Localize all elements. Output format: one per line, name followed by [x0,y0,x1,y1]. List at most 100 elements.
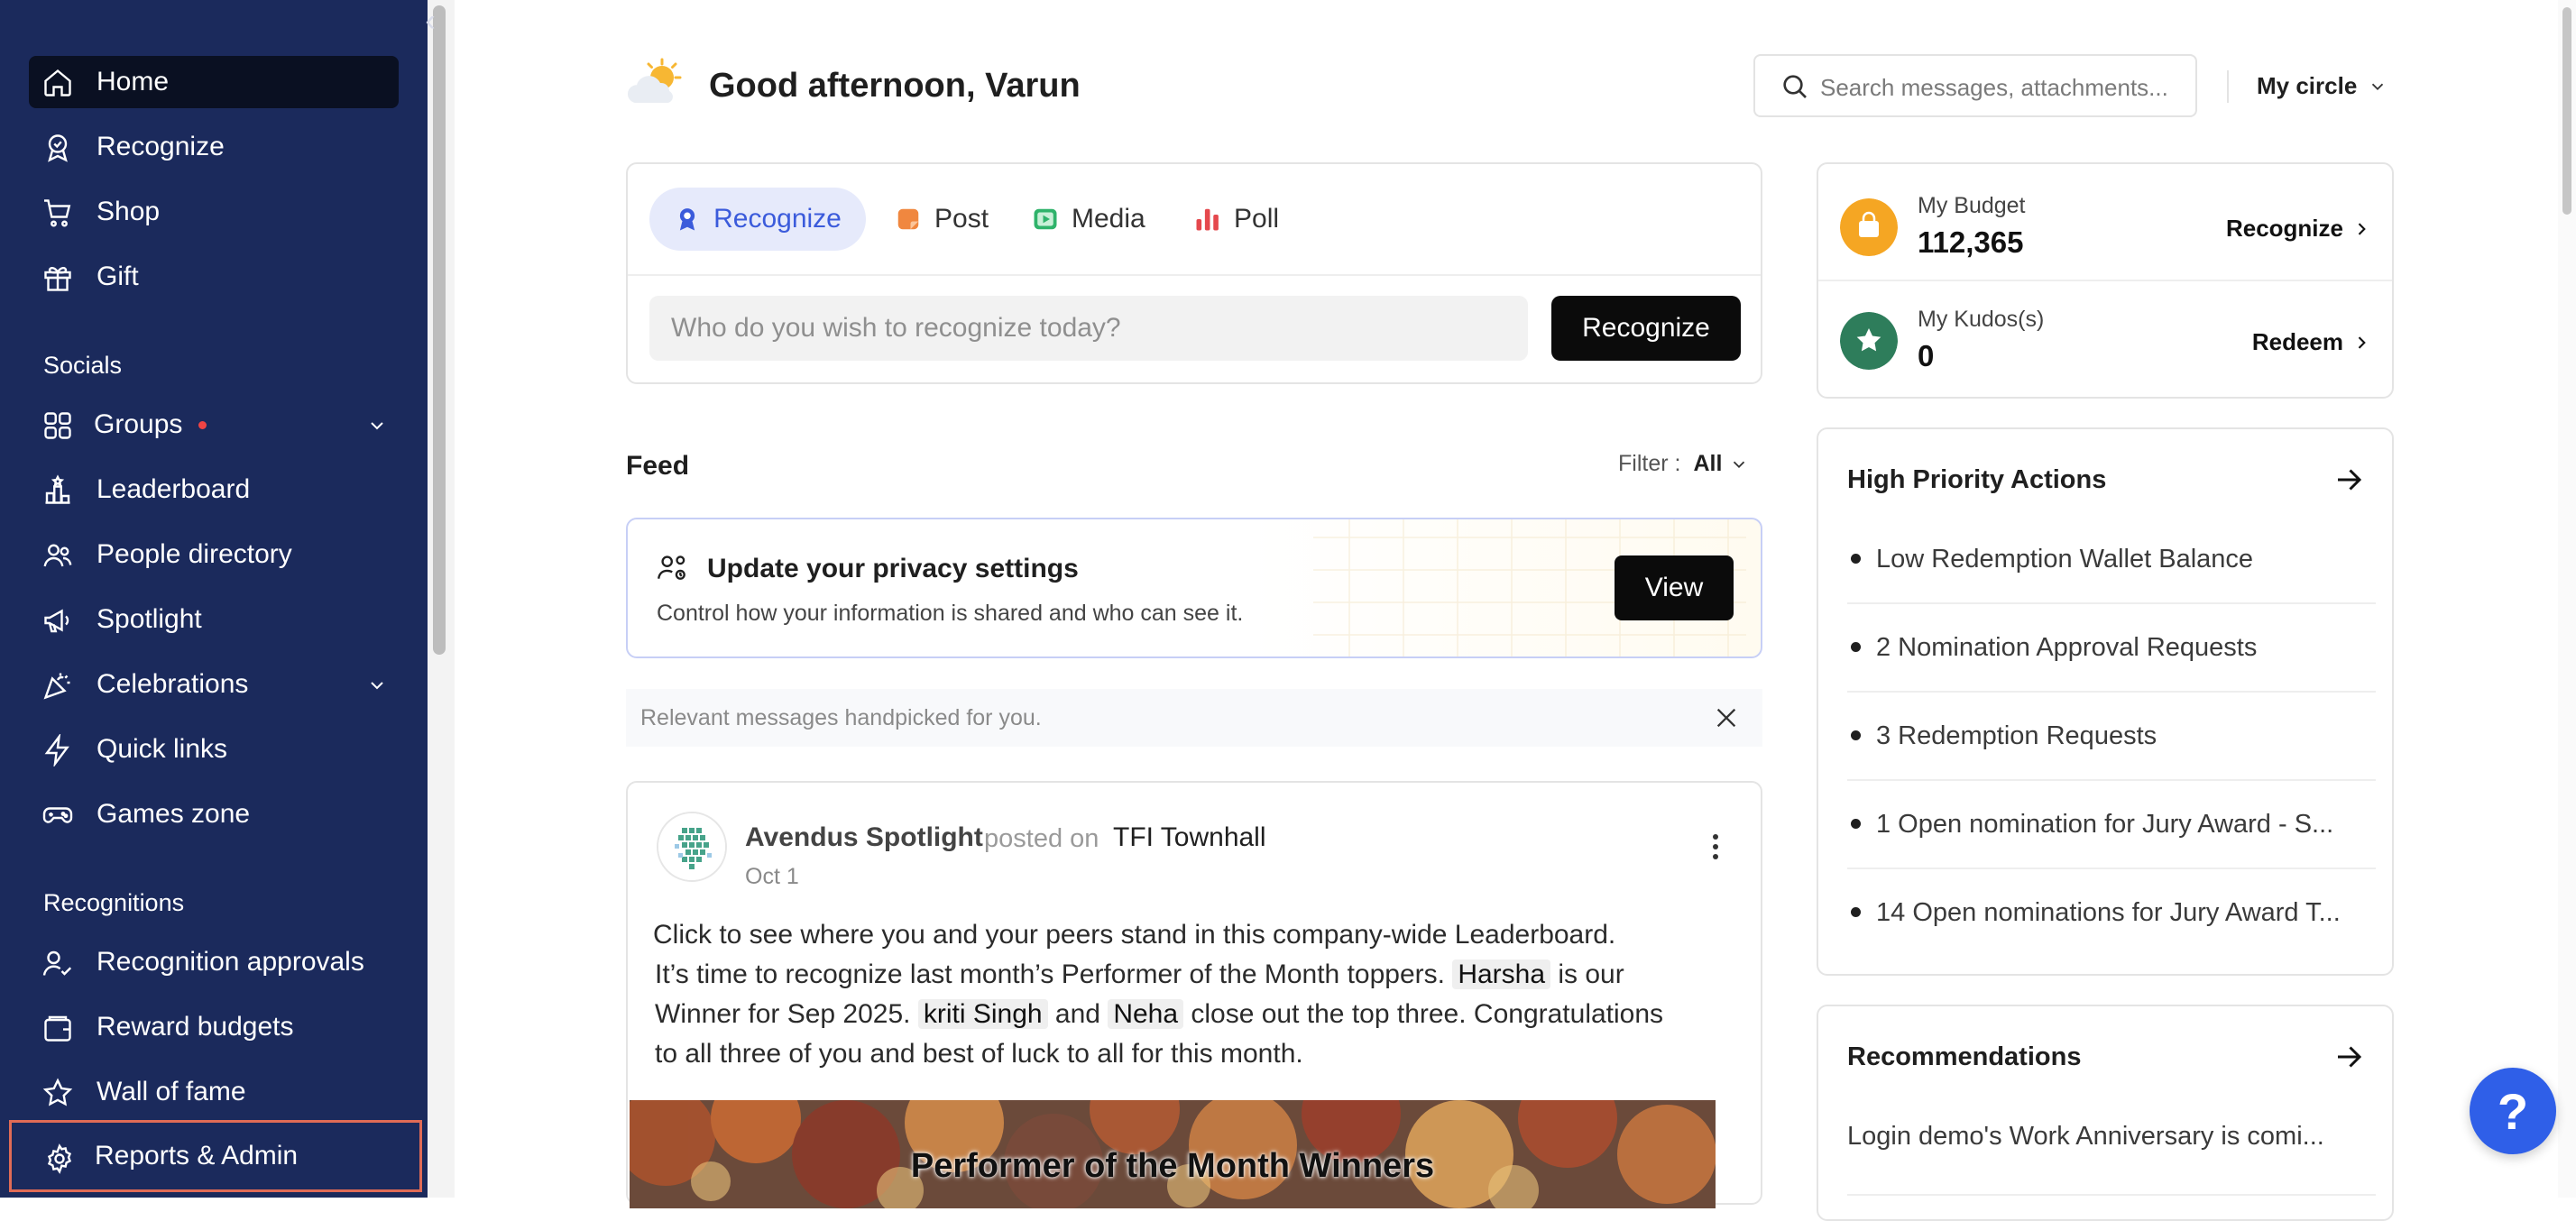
sidebar-item-label: Quick links [97,734,228,764]
sidebar-item-shop[interactable]: Shop [29,186,399,238]
sun-cloud-icon [627,58,682,103]
header-divider [2227,70,2229,103]
post-author[interactable]: Avendus Spotlight [745,822,983,853]
sidebar-item-wall-of-fame[interactable]: Wall of fame [29,1066,399,1118]
recommendation-item[interactable]: Login demo's Work Anniversary is comi... [1847,1122,2367,1152]
filter-label: Filter : [1618,451,1681,476]
budget-recognize-link[interactable]: Recognize [2226,215,2370,243]
search-input[interactable] [1818,69,2183,106]
sidebar-item-label: Shop [97,197,161,226]
sidebar-item-label: Reward budgets [97,1012,294,1042]
my-kudos-label: My Kudos(s) [1918,307,2045,332]
chevron-down-icon[interactable] [366,675,388,696]
tab-label: Recognize [713,204,842,234]
recognize-button[interactable]: Recognize [1551,296,1741,361]
my-kudos-row: My Kudos(s) 0 Redeem [1818,281,2392,393]
list-item-text: 14 Open nominations for Jury Award T... [1876,898,2341,927]
list-item[interactable]: 2 Nomination Approval Requests [1847,606,2376,693]
more-options-icon[interactable] [1712,833,1719,860]
budget-card: My Budget 112,365 Recognize My Kudos(s) … [1817,162,2394,399]
list-item-text: Low Redemption Wallet Balance [1876,545,2254,574]
sidebar-item-label: Recognition approvals [97,947,364,977]
lightning-icon [44,734,69,767]
sidebar-item-recognition-approvals[interactable]: Recognition approvals [29,936,399,988]
mention[interactable]: Harsha [1452,959,1551,989]
list-item-text: 2 Nomination Approval Requests [1876,633,2258,662]
avatar[interactable] [657,812,727,882]
sidebar-item-people-directory[interactable]: People directory [29,528,399,581]
circle-selector[interactable]: My circle [2257,72,2387,100]
sidebar-item-groups[interactable]: Groups [29,399,399,451]
my-budget-row: My Budget 112,365 Recognize [1818,168,2392,280]
redeem-link[interactable]: Redeem [2252,328,2370,356]
post-line-2: It’s time to recognize last month’s Perf… [655,959,1624,990]
post-date: Oct 1 [745,864,799,889]
my-kudos-value: 0 [1918,339,1935,372]
collapse-sidebar-icon[interactable]: ‹ [417,5,444,36]
tab-media[interactable]: Media [1032,188,1145,251]
relevant-messages-text: Relevant messages handpicked for you. [640,705,1042,730]
tab-post[interactable]: Post [895,188,989,251]
sidebar-item-games-zone[interactable]: Games zone [29,788,399,840]
sidebar-item-spotlight[interactable]: Spotlight [29,593,399,646]
party-icon [43,673,70,700]
my-budget-value: 112,365 [1918,225,2024,259]
post-image-title: Performer of the Month Winners [910,1147,1435,1185]
ribbon-icon [48,134,68,162]
sidebar-item-label: Spotlight [97,604,202,634]
close-icon[interactable] [1714,705,1739,730]
sidebar-item-reward-budgets[interactable]: Reward budgets [29,1001,399,1053]
list-item[interactable]: Low Redemption Wallet Balance [1847,518,2376,604]
megaphone-icon [44,609,69,633]
privacy-banner-description: Control how your information is shared a… [657,601,1244,626]
sidebar-item-label: Reports & Admin [95,1141,299,1171]
view-privacy-button[interactable]: View [1615,555,1734,620]
mention[interactable]: kriti Singh [917,999,1048,1029]
page-scrollbar-thumb[interactable] [2562,7,2571,215]
post-line-3: Winner for Sep 2025. kriti Singh and Neh… [655,999,1663,1030]
sidebar-item-celebrations[interactable]: Celebrations [29,658,399,711]
wallet-icon [44,1015,71,1042]
gear-icon [47,1143,72,1174]
post-posted-on: posted on [984,824,1099,853]
list-item[interactable]: 3 Redemption Requests [1847,694,2376,781]
feed-filter[interactable]: Filter : All [1618,451,1749,477]
mention[interactable]: Neha [1108,999,1184,1029]
sidebar-item-leaderboard[interactable]: Leaderboard [29,464,399,516]
arrow-right-icon[interactable] [2332,464,2365,496]
tab-recognize[interactable]: Recognize [649,188,866,251]
list-item[interactable]: 1 Open nomination for Jury Award - S... [1847,783,2376,869]
sidebar-item-label: Games zone [97,799,251,829]
chevron-down-icon[interactable] [366,415,388,436]
tab-poll[interactable]: Poll [1194,188,1279,251]
sidebar-item-label: Recognize [97,132,225,161]
chevron-right-icon [2358,222,2366,235]
sidebar-scrollbar-thumb[interactable] [433,5,446,655]
sidebar-item-quick-links[interactable]: Quick links [29,723,399,776]
sidebar-item-label: Groups [94,409,183,439]
bullet [1851,819,1861,829]
arrow-right-icon[interactable] [2332,1041,2365,1073]
help-button[interactable]: ? [2470,1068,2556,1154]
sidebar-item-recognize[interactable]: Recognize [29,121,399,173]
notification-dot [198,421,207,429]
search-box[interactable] [1753,54,2197,117]
my-budget-label: My Budget [1918,193,2026,218]
page-scrollbar[interactable] [2558,0,2576,1198]
composer-divider [628,274,1761,276]
user-check-icon [42,950,72,976]
sidebar-item-gift[interactable]: Gift [29,251,399,303]
recognitions-section-title: Recognitions [43,889,185,916]
sidebar-item-home[interactable]: Home [29,56,399,108]
circle-selector-label: My circle [2257,72,2358,99]
recognize-input[interactable] [649,296,1528,361]
post-group-link[interactable]: TFI Townhall [1113,822,1266,853]
sidebar-item-reports-admin[interactable]: Reports & Admin [9,1120,422,1192]
bullet [1851,642,1861,652]
post-image[interactable]: Performer of the Month Winners [630,1100,1716,1208]
high-priority-actions-title: High Priority Actions [1847,465,2107,494]
people-icon [43,544,72,567]
post-text: close out the top three. Congratulations [1191,999,1664,1029]
list-item[interactable]: 14 Open nominations for Jury Award T... [1847,871,2376,958]
tab-label: Media [1072,204,1145,234]
